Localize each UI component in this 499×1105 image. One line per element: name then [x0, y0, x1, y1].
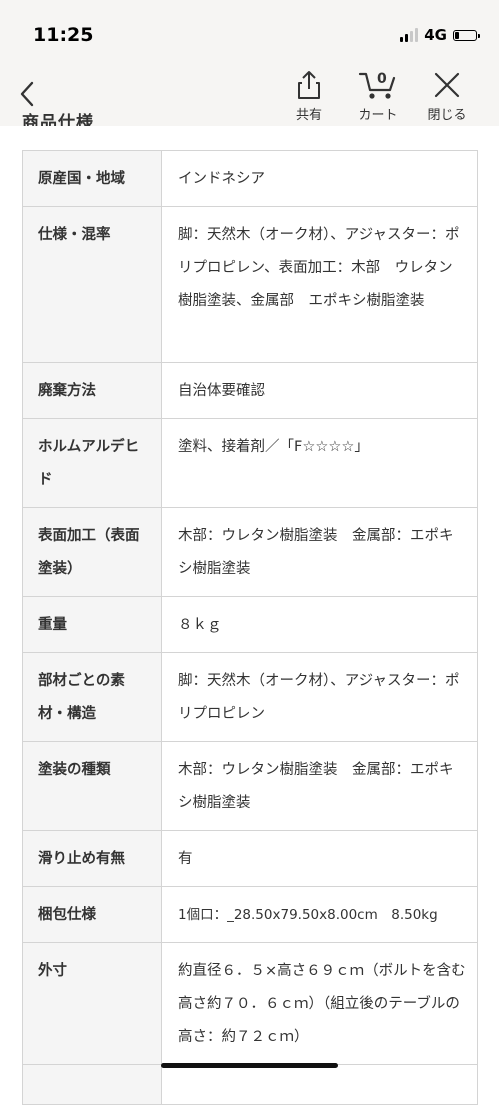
spec-value: 約直径６．５×高さ６９ｃｍ（ボルトを含む高さ約７０．６ｃｍ）（組立後のテーブルの…: [161, 942, 478, 1065]
spec-value: [161, 1064, 478, 1105]
spec-value: 脚：天然木（オーク材）、アジャスター：ポリプロピレン、表面加工：木部 ウレタン樹…: [161, 206, 478, 363]
spec-label: 廃棄方法: [22, 362, 162, 419]
share-button[interactable]: 共有: [279, 68, 339, 126]
close-button[interactable]: 閉じる: [417, 68, 477, 126]
spec-label: 梱包仕様: [22, 886, 162, 943]
status-bar: 11:25 4G: [0, 0, 499, 60]
spec-label: 仕様・混率: [22, 206, 162, 363]
spec-value: 有: [161, 830, 478, 887]
spec-value: 1個口：_28.50x79.50x8.00cm 8.50kg: [161, 886, 478, 943]
spec-row: 原産国・地域 インドネシア: [22, 150, 478, 207]
cart-label: カート: [358, 108, 398, 123]
spec-value: 木部：ウレタン樹脂塗装 金属部：エポキシ樹脂塗装: [161, 741, 478, 831]
spec-row: 部材ごとの素材・構造 脚：天然木（オーク材）、アジャスター：ポリプロピレン: [22, 652, 478, 742]
close-icon: [434, 72, 460, 98]
spec-label: 滑り止め有無: [22, 830, 162, 887]
spec-row: 梱包仕様 1個口：_28.50x79.50x8.00cm 8.50kg: [22, 886, 478, 943]
spec-table: 原産国・地域 インドネシア 仕様・混率 脚：天然木（オーク材）、アジャスター：ポ…: [22, 150, 478, 1105]
cart-count-badge: 0: [377, 71, 387, 87]
spec-value: 塗料、接着剤／「F☆☆☆☆」: [161, 418, 478, 508]
spec-label: 重量: [22, 596, 162, 653]
battery-fill: [455, 31, 459, 39]
spec-row: [22, 1064, 478, 1105]
spec-value: 脚：天然木（オーク材）、アジャスター：ポリプロピレン: [161, 652, 478, 742]
spec-value: 自治体要確認: [161, 362, 478, 419]
spec-row: 重量 ８ｋｇ: [22, 596, 478, 653]
spec-row: 仕様・混率 脚：天然木（オーク材）、アジャスター：ポリプロピレン、表面加工：木部…: [22, 206, 478, 363]
section-heading: 商品仕様: [22, 113, 94, 126]
close-label: 閉じる: [427, 108, 467, 123]
spec-row: ホルムアルデヒド 塗料、接着剤／「F☆☆☆☆」: [22, 418, 478, 508]
status-time: 11:25: [33, 24, 94, 46]
chevron-left-icon: [20, 81, 34, 107]
back-button[interactable]: [14, 78, 40, 110]
spec-value: ８ｋｇ: [161, 596, 478, 653]
spec-label: 外寸: [22, 942, 162, 1065]
home-indicator[interactable]: [161, 1063, 338, 1068]
share-icon: [298, 71, 320, 99]
cellular-signal-icon: [400, 28, 419, 42]
network-type: 4G: [424, 26, 447, 44]
status-indicators: 4G: [400, 26, 480, 44]
share-label: 共有: [295, 108, 322, 123]
spec-row: 塗装の種類 木部：ウレタン樹脂塗装 金属部：エポキシ樹脂塗装: [22, 741, 478, 831]
spec-label: [22, 1064, 162, 1105]
battery-icon: [453, 29, 480, 41]
spec-label: 塗装の種類: [22, 741, 162, 831]
spec-label: 原産国・地域: [22, 150, 162, 207]
spec-row: 外寸 約直径６．５×高さ６９ｃｍ（ボルトを含む高さ約７０．６ｃｍ）（組立後のテー…: [22, 942, 478, 1065]
spec-row: 滑り止め有無 有: [22, 830, 478, 887]
spec-value: インドネシア: [161, 150, 478, 207]
spec-label: ホルムアルデヒド: [22, 418, 162, 508]
cart-button[interactable]: 0 カート: [348, 68, 408, 126]
spec-row: 廃棄方法 自治体要確認: [22, 362, 478, 419]
spec-row: 表面加工（表面塗装） 木部：ウレタン樹脂塗装 金属部：エポキシ樹脂塗装: [22, 507, 478, 597]
spec-label: 部材ごとの素材・構造: [22, 652, 162, 742]
spec-value: 木部：ウレタン樹脂塗装 金属部：エポキシ樹脂塗装: [161, 507, 478, 597]
spec-label: 表面加工（表面塗装）: [22, 507, 162, 597]
